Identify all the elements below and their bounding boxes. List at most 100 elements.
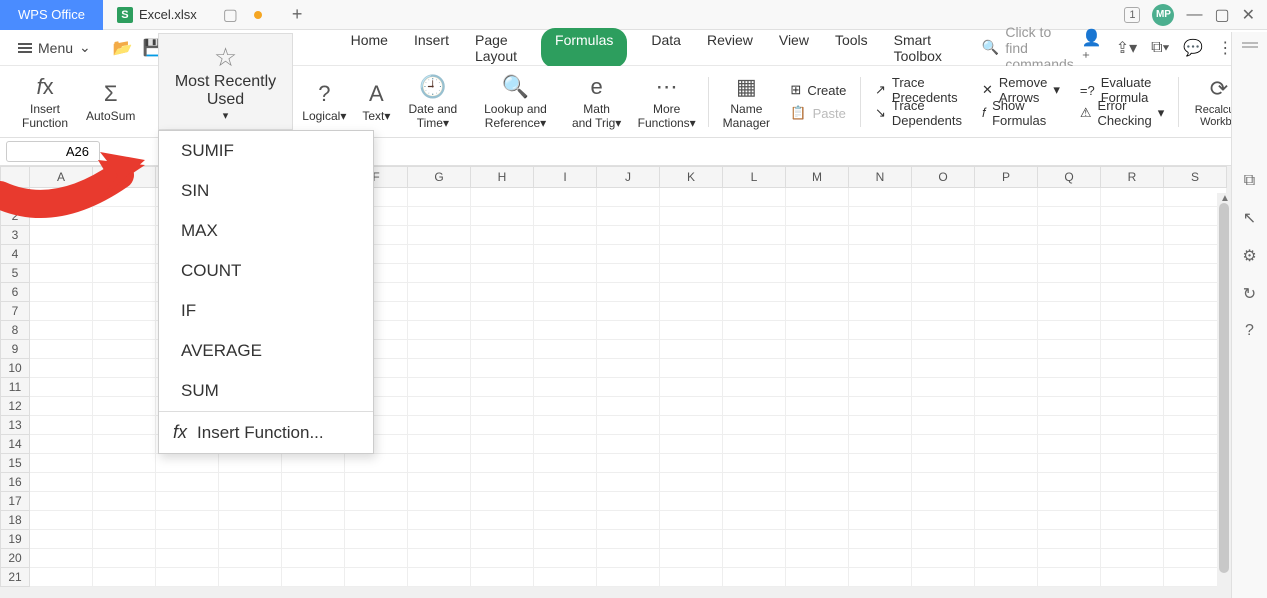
cell[interactable]: [93, 492, 156, 511]
cell[interactable]: [534, 378, 597, 397]
panel-help-icon[interactable]: ?: [1245, 322, 1254, 340]
cell[interactable]: [471, 226, 534, 245]
cell[interactable]: [1101, 511, 1164, 530]
cell[interactable]: [408, 454, 471, 473]
cell[interactable]: [597, 188, 660, 207]
dropdown-item-sum[interactable]: SUM: [159, 371, 373, 411]
cell[interactable]: [534, 188, 597, 207]
cell[interactable]: [975, 207, 1038, 226]
cell[interactable]: [849, 492, 912, 511]
dropdown-insert-function[interactable]: fx Insert Function...: [159, 412, 373, 453]
cell[interactable]: [30, 302, 93, 321]
cell[interactable]: [534, 283, 597, 302]
cell[interactable]: [786, 473, 849, 492]
text-button[interactable]: A Text▾: [354, 81, 398, 123]
cell[interactable]: [912, 302, 975, 321]
remove-arrows-button[interactable]: ✕Remove Arrows▾: [982, 81, 1060, 100]
cell[interactable]: [345, 511, 408, 530]
cell[interactable]: [534, 511, 597, 530]
user-add-icon[interactable]: 👤⁺: [1082, 28, 1102, 68]
cell[interactable]: [849, 226, 912, 245]
cell[interactable]: [471, 530, 534, 549]
tab-page-layout[interactable]: Page Layout: [473, 28, 519, 68]
cell[interactable]: [534, 264, 597, 283]
tab-insert[interactable]: Insert: [412, 28, 451, 68]
cell[interactable]: [471, 340, 534, 359]
cell[interactable]: [1101, 454, 1164, 473]
window-icon[interactable]: ⧉▾: [1151, 39, 1169, 57]
cell[interactable]: [660, 340, 723, 359]
dropdown-item-sin[interactable]: SIN: [159, 171, 373, 211]
cell[interactable]: [723, 283, 786, 302]
cell[interactable]: [1038, 359, 1101, 378]
cell[interactable]: [408, 397, 471, 416]
cell[interactable]: [1101, 264, 1164, 283]
cell[interactable]: [786, 188, 849, 207]
cell[interactable]: [471, 245, 534, 264]
cell[interactable]: [597, 568, 660, 587]
cell[interactable]: [723, 321, 786, 340]
cell[interactable]: [30, 397, 93, 416]
cell[interactable]: [408, 511, 471, 530]
cell[interactable]: [597, 397, 660, 416]
cell[interactable]: [471, 492, 534, 511]
cell[interactable]: [975, 226, 1038, 245]
cell[interactable]: [408, 340, 471, 359]
cell[interactable]: [93, 397, 156, 416]
cell[interactable]: [597, 245, 660, 264]
cell[interactable]: [975, 511, 1038, 530]
cell[interactable]: [786, 359, 849, 378]
cell[interactable]: [975, 473, 1038, 492]
cell[interactable]: [723, 511, 786, 530]
cell[interactable]: [534, 226, 597, 245]
cell[interactable]: [660, 416, 723, 435]
tab-review[interactable]: Review: [705, 28, 755, 68]
logical-button[interactable]: ? Logical▾: [294, 81, 354, 123]
cell[interactable]: [849, 435, 912, 454]
cell[interactable]: [597, 492, 660, 511]
cell[interactable]: [660, 378, 723, 397]
cell[interactable]: [849, 340, 912, 359]
row-header[interactable]: 21: [0, 568, 30, 587]
cell[interactable]: [30, 473, 93, 492]
cell[interactable]: [786, 264, 849, 283]
cell[interactable]: [1101, 549, 1164, 568]
row-header[interactable]: 13: [0, 416, 30, 435]
cell[interactable]: [1101, 302, 1164, 321]
cell[interactable]: [534, 321, 597, 340]
cell[interactable]: [786, 454, 849, 473]
cell[interactable]: [156, 473, 219, 492]
cell[interactable]: [786, 397, 849, 416]
cell[interactable]: [219, 530, 282, 549]
cell[interactable]: [849, 264, 912, 283]
cell[interactable]: [1101, 397, 1164, 416]
cell[interactable]: [912, 492, 975, 511]
lookup-reference-button[interactable]: 🔍 Lookup and Reference▾: [467, 74, 563, 130]
dropdown-item-sumif[interactable]: SUMIF: [159, 131, 373, 171]
cell[interactable]: [30, 511, 93, 530]
row-header[interactable]: 12: [0, 397, 30, 416]
cell[interactable]: [408, 549, 471, 568]
close-button[interactable]: ✕: [1242, 5, 1255, 25]
cell[interactable]: [723, 378, 786, 397]
cell[interactable]: [219, 549, 282, 568]
cell[interactable]: [597, 435, 660, 454]
cell[interactable]: [660, 473, 723, 492]
cell[interactable]: [408, 302, 471, 321]
row-header[interactable]: 9: [0, 340, 30, 359]
cell[interactable]: [660, 492, 723, 511]
cell[interactable]: [93, 530, 156, 549]
cell[interactable]: [408, 264, 471, 283]
cell[interactable]: [1038, 397, 1101, 416]
cell[interactable]: [975, 321, 1038, 340]
cell[interactable]: [1038, 207, 1101, 226]
cell[interactable]: [408, 245, 471, 264]
cell[interactable]: [597, 416, 660, 435]
cell[interactable]: [597, 283, 660, 302]
cell[interactable]: [534, 340, 597, 359]
cell[interactable]: [1038, 549, 1101, 568]
cell[interactable]: [93, 568, 156, 587]
cell[interactable]: [1101, 492, 1164, 511]
minimize-button[interactable]: —: [1186, 6, 1202, 24]
row-header[interactable]: 20: [0, 549, 30, 568]
